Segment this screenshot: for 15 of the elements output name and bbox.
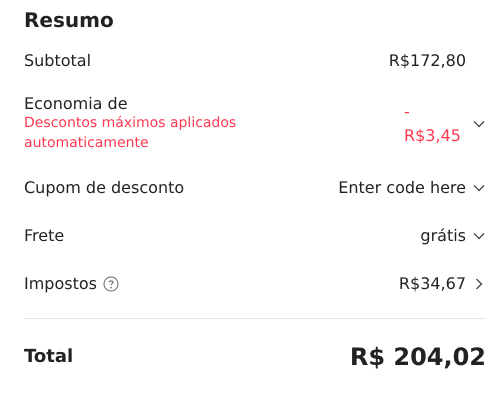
total-label: Total <box>24 346 74 368</box>
row-value: grátis <box>420 226 466 246</box>
row-label: Frete <box>24 226 64 246</box>
row-value: - R$3,45 <box>404 100 462 147</box>
discount-note: Descontos máximos aplicados automaticamente <box>24 114 238 154</box>
row-label: Cupom de desconto <box>24 178 184 198</box>
help-icon[interactable] <box>102 276 119 292</box>
total-value: R$ 204,02 <box>350 342 486 371</box>
row-label: Impostos <box>24 274 97 294</box>
row-value: R$172,80 <box>388 50 466 70</box>
row-label: Economia de <box>24 94 128 113</box>
summary-title: Resumo <box>24 8 115 32</box>
row-value: Enter code here <box>338 178 466 198</box>
row-label: Subtotal <box>24 50 92 70</box>
row-value: R$34,67 <box>398 274 466 294</box>
